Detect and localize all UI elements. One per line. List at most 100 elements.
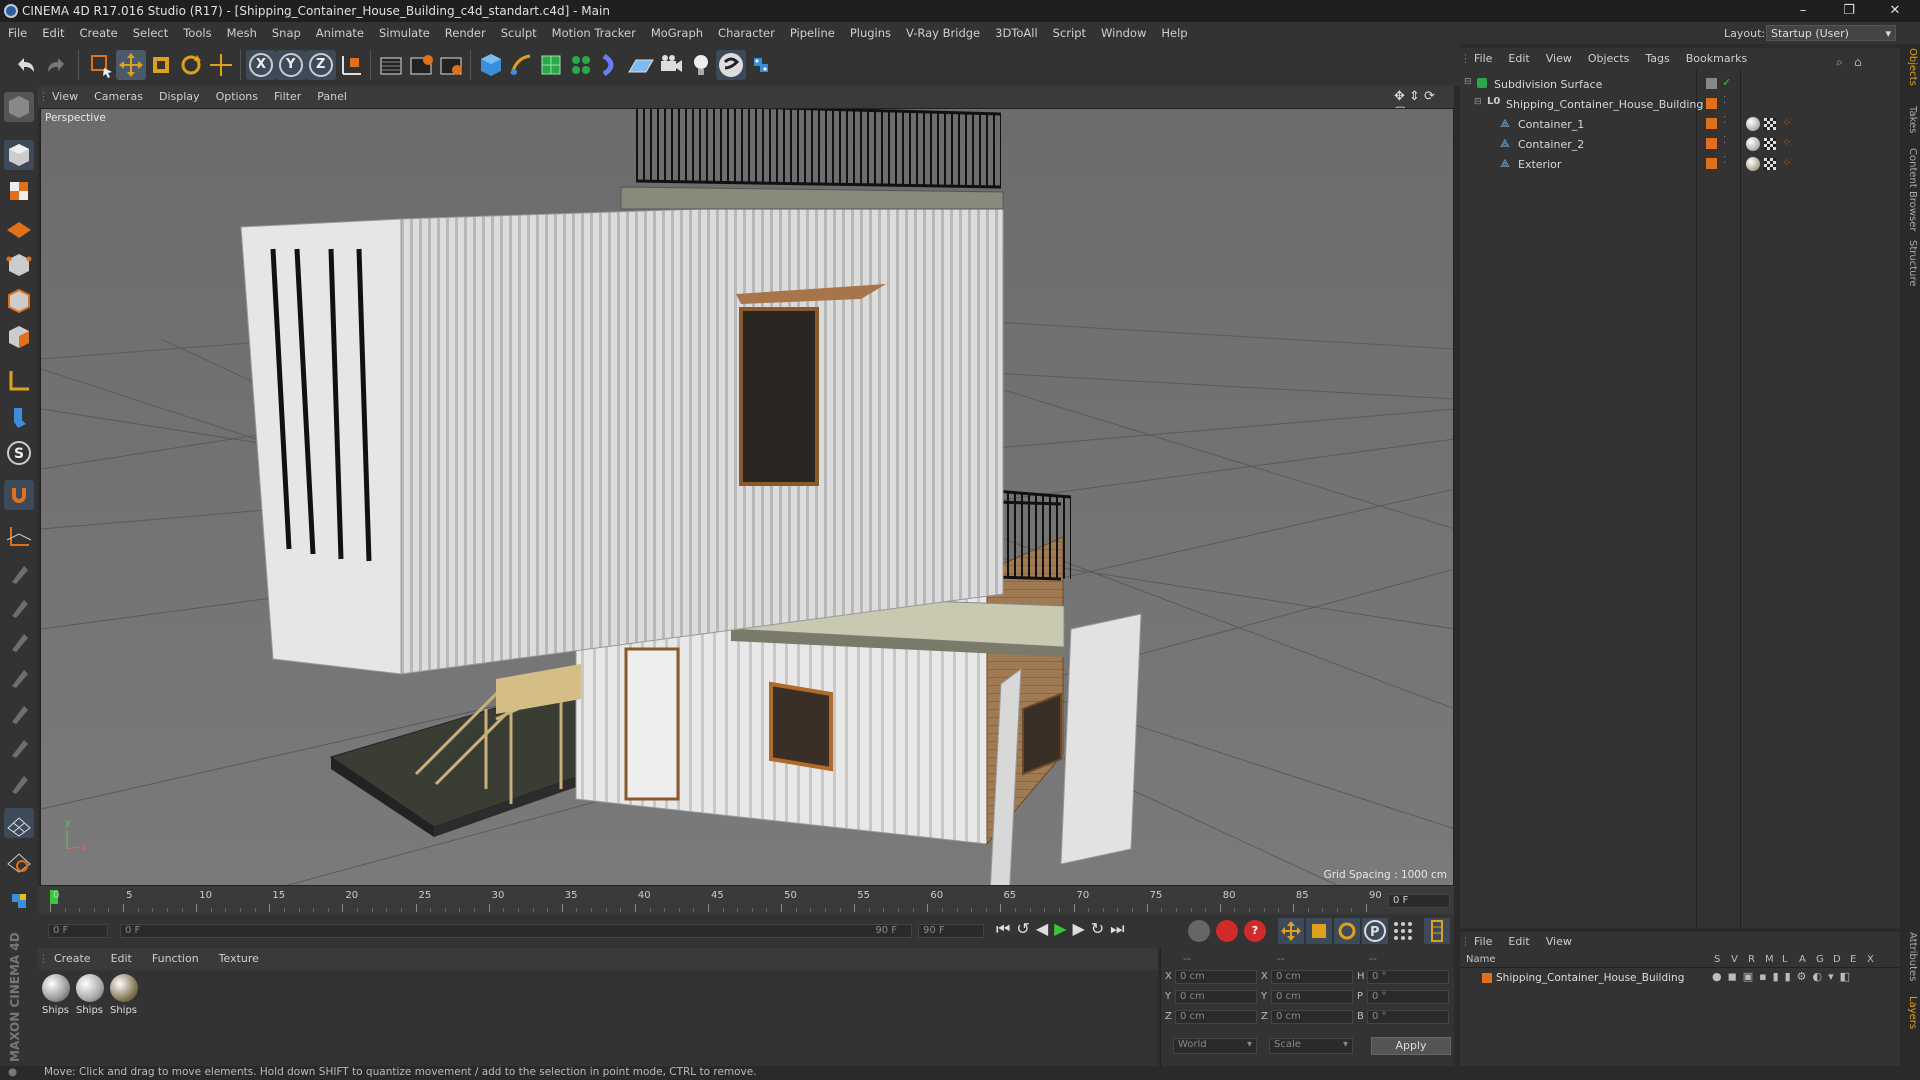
coord-value-field[interactable]: 0 cm: [1175, 970, 1257, 984]
visibility-dots-icon[interactable]: ⁚: [1723, 115, 1726, 126]
layer-row[interactable]: Shipping_Container_House_Building ●◼▣▪▮▮…: [1460, 970, 1900, 986]
go-to-start-icon[interactable]: ⏮: [996, 919, 1016, 938]
side-tab-content-browser[interactable]: Content Browser: [1902, 148, 1918, 231]
python-generator-button[interactable]: [716, 50, 746, 80]
viewport-menu-options[interactable]: Options: [208, 86, 266, 103]
object-row-container-2[interactable]: ⟁ Container_2 ⁚ ⁘: [1460, 134, 1900, 154]
live-selection-button[interactable]: [86, 50, 116, 80]
visibility-dots-icon[interactable]: ⁚: [1723, 155, 1726, 166]
material-swatch[interactable]: Ships: [110, 974, 140, 1022]
tool-button[interactable]: [4, 844, 34, 874]
frame-range-slider[interactable]: 0 F 90 F: [120, 924, 912, 938]
menu-render[interactable]: Render: [437, 22, 493, 40]
solo-button[interactable]: S: [4, 438, 34, 468]
python-button[interactable]: [4, 886, 34, 916]
rotate-button[interactable]: [176, 50, 206, 80]
menu-mograph[interactable]: MoGraph: [643, 22, 710, 40]
collapse-icon[interactable]: ⊟: [1474, 97, 1482, 107]
viewport-menu-display[interactable]: Display: [151, 86, 208, 103]
key-position-button[interactable]: [1278, 918, 1304, 944]
deformer-button[interactable]: [596, 50, 626, 80]
layer-column-header[interactable]: G: [1816, 954, 1824, 965]
floor-button[interactable]: [626, 50, 656, 80]
visibility-dots-icon[interactable]: ⁚: [1723, 135, 1726, 146]
material-menu-edit[interactable]: Edit: [101, 948, 142, 965]
coords-world-select[interactable]: World ▾: [1173, 1038, 1257, 1054]
uvw-tag-icon[interactable]: [1764, 158, 1776, 170]
layer-column-header[interactable]: D: [1833, 954, 1841, 965]
next-key-icon[interactable]: ↻: [1091, 919, 1110, 938]
phong-tag-icon[interactable]: ⁘: [1782, 116, 1791, 129]
render-settings-button[interactable]: [436, 50, 466, 80]
coord-value-field[interactable]: 0 °: [1367, 970, 1449, 984]
tool-button[interactable]: [4, 732, 34, 762]
menu-help[interactable]: Help: [1153, 22, 1194, 40]
viewport-menu-view[interactable]: View: [44, 86, 86, 103]
axis-mode-button[interactable]: [4, 366, 34, 396]
timeline-window-button[interactable]: [1424, 918, 1450, 944]
menu-plugins[interactable]: Plugins: [842, 22, 898, 40]
coord-value-field[interactable]: 0 °: [1367, 990, 1449, 1004]
material-tag-icon[interactable]: [1746, 137, 1760, 151]
layer-color-icon[interactable]: [1706, 98, 1717, 109]
render-picture-viewer-button[interactable]: [406, 50, 436, 80]
menu-mesh[interactable]: Mesh: [219, 22, 264, 40]
coord-value-field[interactable]: 0 cm: [1175, 990, 1257, 1004]
viewport-menu-cameras[interactable]: Cameras: [86, 86, 151, 103]
move-button[interactable]: [116, 50, 146, 80]
object-row-exterior[interactable]: ⟁ Exterior ⁚ ⁘: [1460, 154, 1900, 174]
cube-button[interactable]: [476, 50, 506, 80]
light-button[interactable]: [686, 50, 716, 80]
layer-column-header[interactable]: A: [1799, 954, 1806, 965]
visibility-dots-icon[interactable]: ⁚: [1723, 95, 1726, 106]
menu-script[interactable]: Script: [1045, 22, 1093, 40]
object-row-shipping-container-house-building[interactable]: ⊟ L0 Shipping_Container_House_Building ⁚: [1460, 94, 1900, 114]
material-swatch[interactable]: Ships: [76, 974, 106, 1022]
scale-button[interactable]: [146, 50, 176, 80]
layer-column-header[interactable]: L: [1782, 954, 1788, 965]
menu-select[interactable]: Select: [125, 22, 175, 40]
tweak-mode-button[interactable]: [4, 402, 34, 432]
layer-menu-file[interactable]: File: [1466, 931, 1500, 948]
layer-column-header[interactable]: V: [1731, 954, 1738, 965]
coordinate-system-button[interactable]: [336, 50, 366, 80]
tool-button[interactable]: [4, 626, 34, 656]
tool-button[interactable]: [4, 768, 34, 798]
uvw-tag-icon[interactable]: [1764, 118, 1776, 130]
phong-tag-icon[interactable]: ⁘: [1782, 136, 1791, 149]
layer-column-header[interactable]: R: [1748, 954, 1755, 965]
add-button[interactable]: [206, 50, 236, 80]
menu-vray-bridge[interactable]: V-Ray Bridge: [898, 22, 987, 40]
coord-value-field[interactable]: 0 cm: [1271, 990, 1353, 1004]
z-axis-button[interactable]: Z: [306, 50, 336, 80]
material-menu-texture[interactable]: Texture: [209, 948, 269, 965]
layer-column-header[interactable]: M: [1765, 954, 1774, 965]
layer-color-icon[interactable]: [1706, 158, 1717, 169]
3d-viewport[interactable]: y x Perspective Grid Spacing : 1000 cm: [40, 108, 1454, 886]
key-parameter-button[interactable]: P: [1362, 918, 1388, 944]
menu-motion-tracker[interactable]: Motion Tracker: [544, 22, 643, 40]
script-button[interactable]: [746, 50, 776, 80]
coord-value-field[interactable]: 0 °: [1367, 1010, 1449, 1024]
close-button[interactable]: ✕: [1872, 0, 1918, 22]
layer-column-header[interactable]: X: [1867, 954, 1874, 965]
side-tab-objects[interactable]: Objects: [1902, 48, 1918, 86]
end-frame-field[interactable]: 90 F: [918, 924, 984, 938]
layer-column-header[interactable]: S: [1714, 954, 1720, 965]
obj-menu-edit[interactable]: Edit: [1500, 48, 1537, 65]
edges-mode-button[interactable]: [4, 286, 34, 316]
layer-menu-view[interactable]: View: [1538, 931, 1580, 948]
uvw-tag-icon[interactable]: [1764, 138, 1776, 150]
layer-column-header[interactable]: E: [1850, 954, 1856, 965]
side-tab-layers[interactable]: Layers: [1902, 996, 1918, 1029]
key-pla-button[interactable]: [1390, 918, 1416, 944]
obj-menu-bookmarks[interactable]: Bookmarks: [1678, 48, 1755, 65]
auto-keying-button[interactable]: [1216, 920, 1238, 942]
layout-select[interactable]: Startup (User) ▾: [1766, 25, 1896, 41]
snap-button[interactable]: [4, 480, 34, 510]
obj-menu-tags[interactable]: Tags: [1637, 48, 1677, 65]
workplane-axis-button[interactable]: [4, 522, 34, 552]
obj-menu-objects[interactable]: Objects: [1580, 48, 1638, 65]
y-axis-button[interactable]: Y: [276, 50, 306, 80]
start-frame-field[interactable]: 0 F: [48, 924, 108, 938]
